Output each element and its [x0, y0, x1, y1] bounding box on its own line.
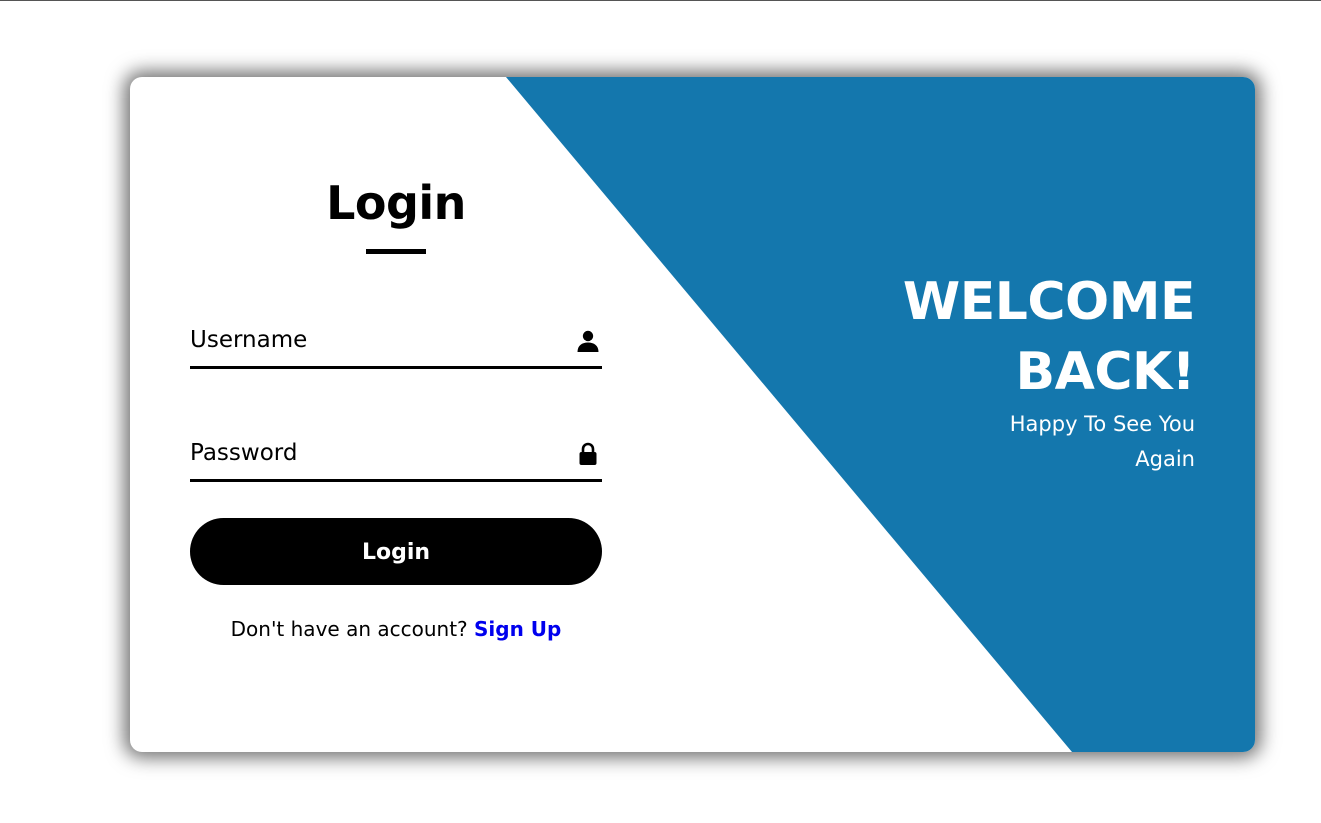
password-field: [190, 427, 602, 482]
welcome-subtitle-line2: Again: [1135, 447, 1195, 471]
welcome-heading-line2: BACK!: [1015, 342, 1195, 402]
login-card: Login Login Don't have an account? Sign …: [130, 77, 1255, 752]
lock-icon: [579, 442, 597, 465]
title-underline: [366, 249, 426, 254]
signup-prompt: Don't have an account? Sign Up: [130, 617, 662, 641]
signup-link[interactable]: Sign Up: [474, 617, 561, 641]
login-button[interactable]: Login: [190, 518, 602, 585]
username-input[interactable]: [190, 314, 560, 366]
login-title: Login: [326, 176, 466, 230]
welcome-panel: WELCOME BACK! Happy To See You Again: [795, 267, 1196, 477]
username-field: [190, 314, 602, 369]
welcome-subtitle-line1: Happy To See You: [1009, 412, 1195, 436]
top-divider: [0, 0, 1321, 1]
welcome-heading-line1: WELCOME: [902, 272, 1196, 332]
signup-prompt-text: Don't have an account?: [230, 617, 468, 641]
user-icon: [577, 330, 599, 352]
password-input[interactable]: [190, 427, 560, 479]
